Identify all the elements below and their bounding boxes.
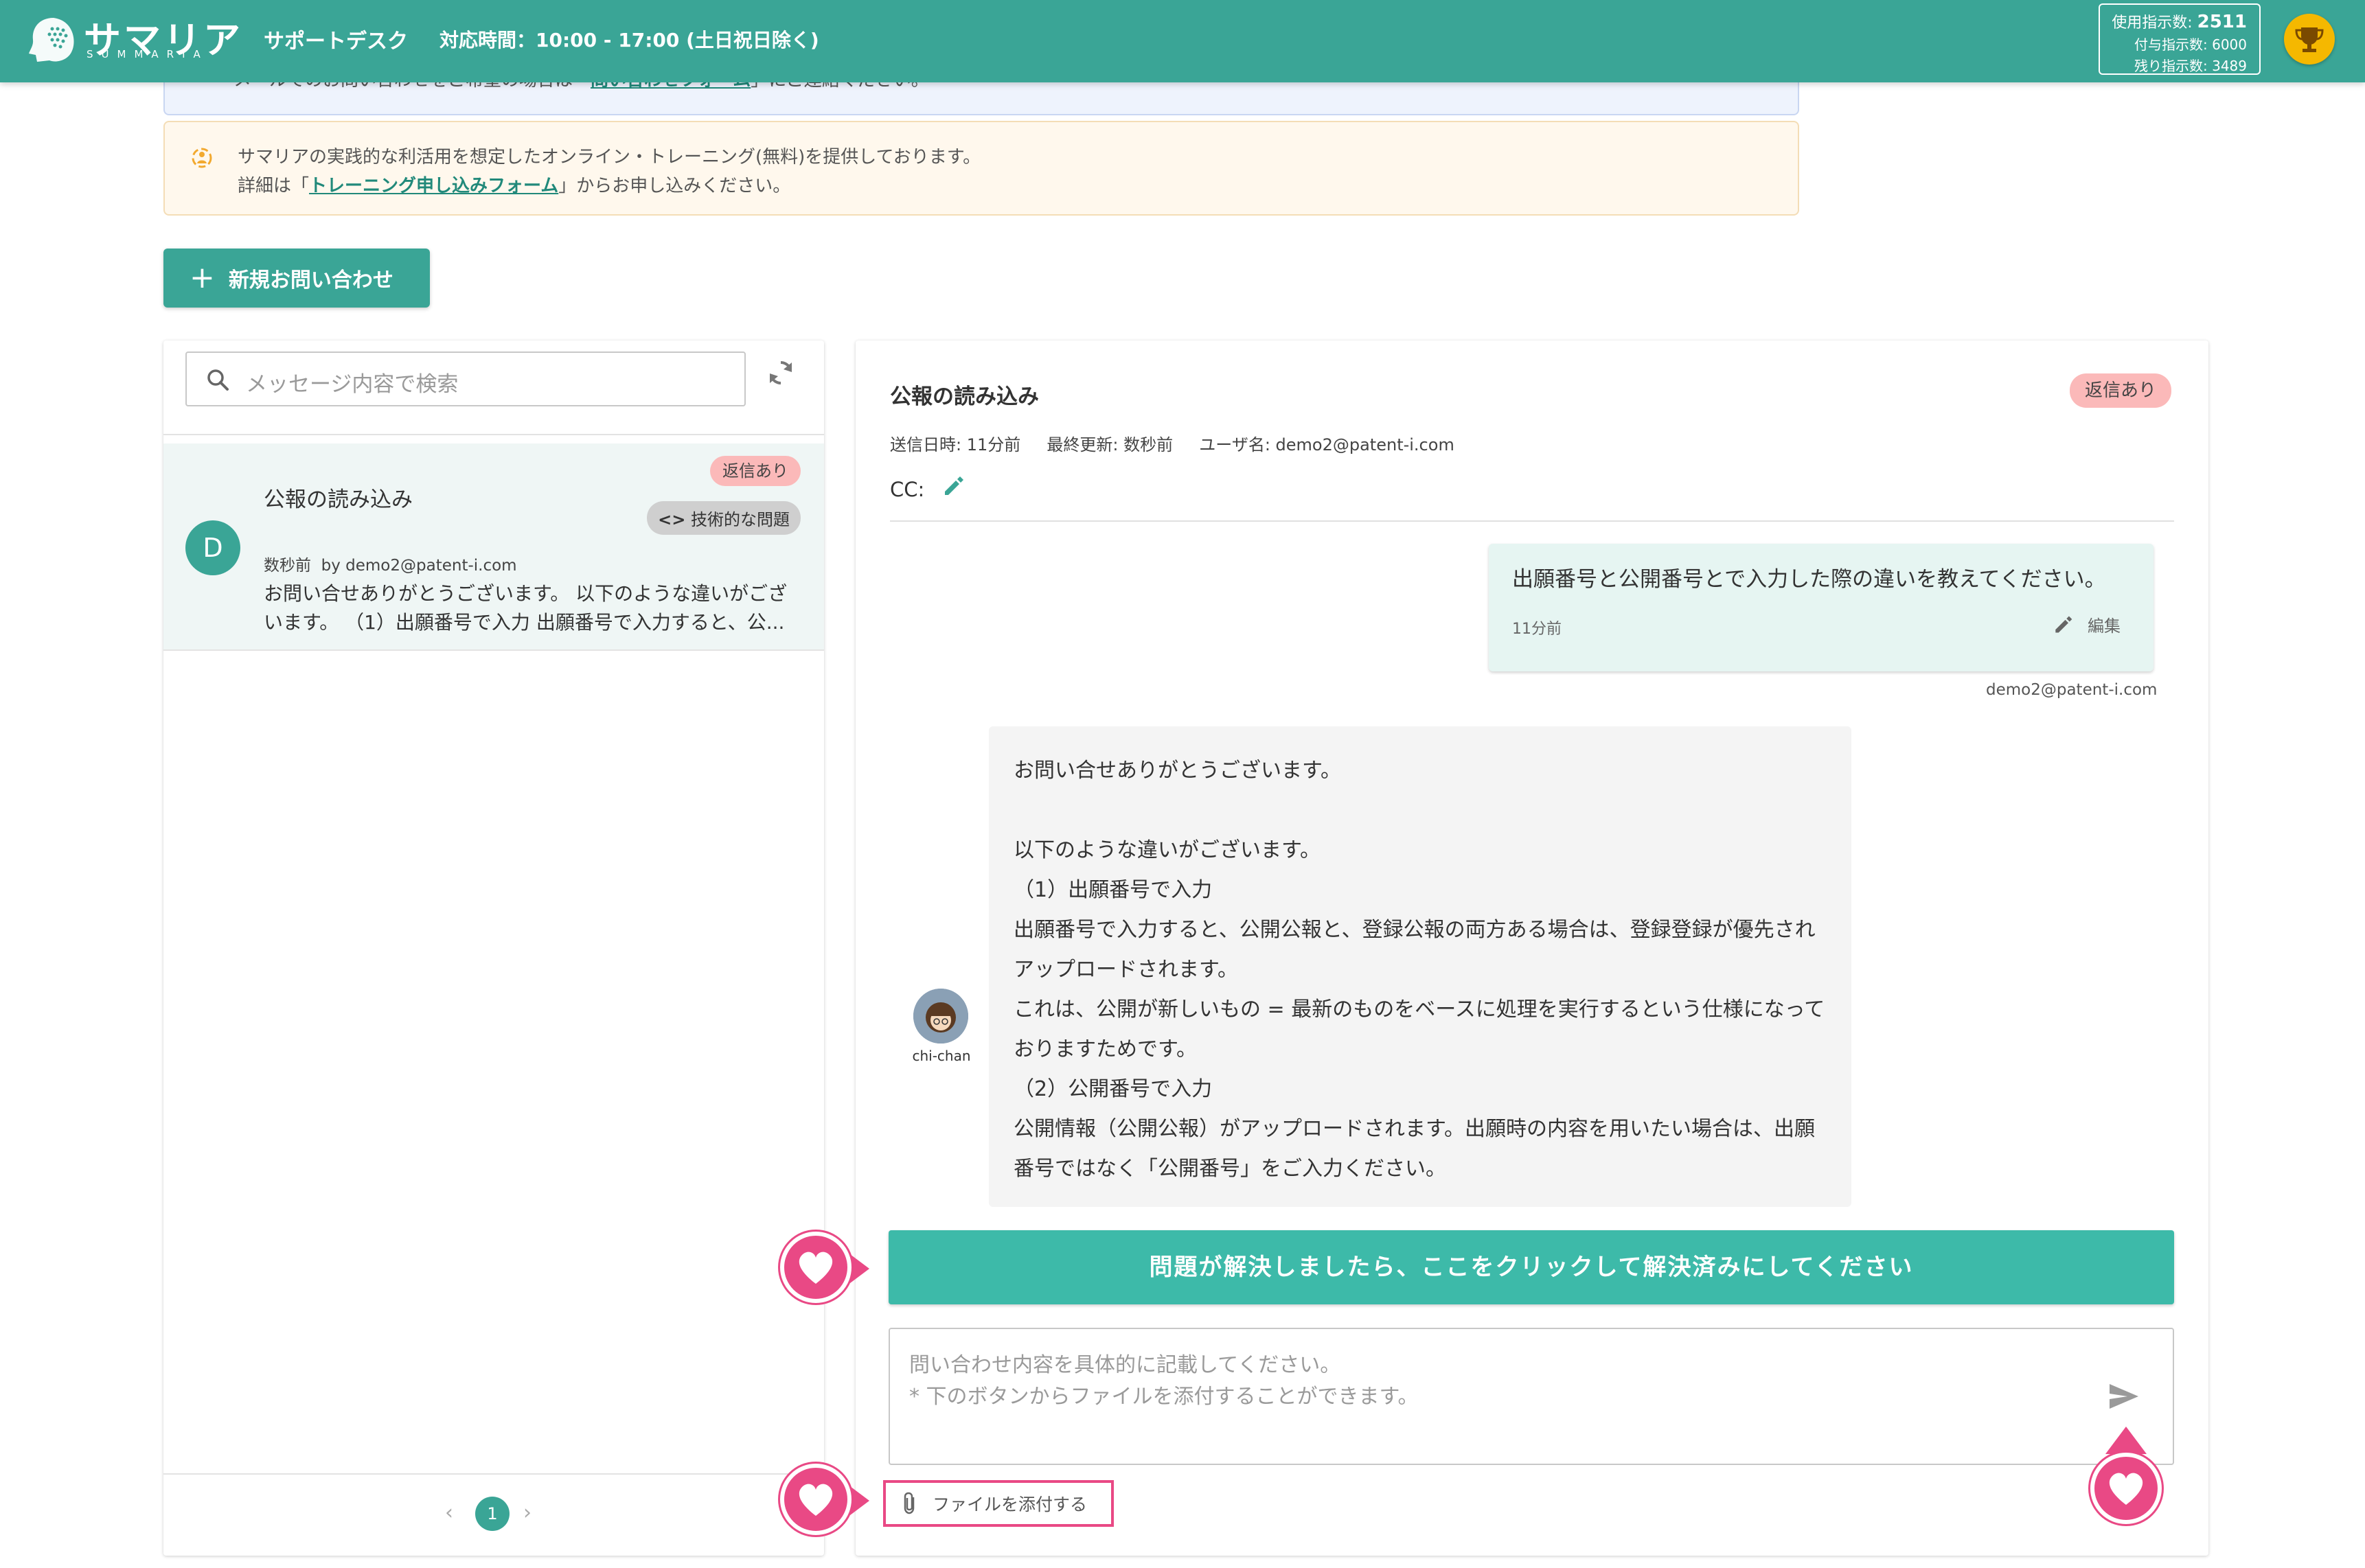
resolve-button[interactable]: 問題が解決しましたら、ここをクリックして解決済みにしてください [889, 1230, 2174, 1304]
inquiry-title: 公報の読み込み [264, 487, 413, 512]
trophy-button[interactable] [2284, 14, 2335, 65]
refresh-icon[interactable] [762, 354, 799, 391]
user-name: ユーザ名: demo2@patent-i.com [1199, 435, 1454, 454]
heart-icon [799, 1484, 833, 1516]
guide-heart-badge [780, 1464, 852, 1535]
inquiry-time: 数秒前 [264, 557, 311, 575]
inquiry-detail-panel: 公報の読み込み 返信あり 送信日時: 11分前 最終更新: 数秒前 ユーザ名: … [856, 341, 2208, 1556]
code-icon: <> [658, 510, 686, 529]
inquiry-author: by demo2@patent-i.com [321, 557, 517, 575]
training-notice-text: サマリアの実践的な利活用を想定したオンライン・トレーニング(無料)を提供しており… [238, 147, 981, 196]
search-input[interactable]: メッセージ内容で検索 [185, 351, 746, 406]
remaining-count: 残り指示数: 3489 [2134, 58, 2247, 74]
support-hours: 対応時間：10:00 - 17:00 (土日祝日除く) [439, 29, 819, 51]
inquiry-list-item[interactable]: D 公報の読み込み 返信あり <> 技術的な問題 数秒前 by demo2@pa… [163, 443, 824, 651]
granted-count: 付与指示数: 6000 [2134, 36, 2247, 53]
search-placeholder: メッセージ内容で検索 [246, 372, 459, 397]
inquiry-list-panel: メッセージ内容で検索 D 公報の読み込み 返信あり <> 技術的な問題 数秒前 … [163, 341, 824, 1556]
guide-pointer [2105, 1427, 2147, 1454]
logo-subtitle: SUMMARIA [87, 48, 209, 60]
staff-message-text: お問い合せありがとうございます。 以下のような違いがございます。 （1）出願番号… [1014, 759, 1825, 1181]
user-message: 出願番号と公開番号とで入力した際の違いを教えてください。 11分前 編集 [1489, 544, 2153, 671]
attach-file-label: ファイルを添付する [933, 1495, 1088, 1514]
edit-message-button[interactable]: 編集 [2052, 612, 2121, 636]
trophy-icon [2295, 27, 2324, 52]
training-icon [192, 148, 212, 168]
cc-edit-icon[interactable] [941, 474, 966, 498]
status-badge: 返信あり [2070, 373, 2172, 408]
inquiry-preview: お問い合せありがとうございます。 以下のような違いがございます。 （1）出願番号… [264, 582, 788, 634]
status-badge: 返信あり [710, 456, 801, 486]
staff-avatar [913, 989, 968, 1044]
reply-textarea[interactable]: 問い合わせ内容を具体的に記載してください。 * 下のボタンからファイルを添付する… [889, 1328, 2174, 1465]
new-inquiry-button[interactable]: + 新規お問い合わせ [163, 249, 430, 308]
divider [890, 520, 2174, 522]
guide-heart-badge [780, 1232, 852, 1303]
category-badge: <> 技術的な問題 [647, 501, 801, 535]
app-header: サマリア SUMMARIA サポートデスク 対応時間：10:00 - 17:00… [0, 0, 2365, 82]
edit-label: 編集 [2088, 616, 2121, 636]
attach-file-button[interactable]: ファイルを添付する [883, 1480, 1114, 1527]
user-message-email: demo2@patent-i.com [1986, 681, 2158, 699]
pagination-prev[interactable]: ‹ [445, 1501, 453, 1525]
usage-label: 使用指示数: [2112, 14, 2193, 32]
usage-counter: 使用指示数: 2511 付与指示数: 6000 残り指示数: 3489 [2099, 3, 2261, 75]
page-title: サポートデスク [264, 30, 408, 54]
updated-time: 最終更新: 数秒前 [1047, 435, 1174, 454]
user-message-time: 11分前 [1512, 621, 1562, 638]
pencil-icon [2055, 616, 2072, 633]
staff-name: chi-chan [912, 1048, 971, 1064]
divider [163, 1473, 824, 1475]
send-icon[interactable] [2107, 1381, 2141, 1411]
user-message-text: 出願番号と公開番号とで入力した際の違いを教えてください。 [1512, 567, 2106, 592]
plus-icon: + [190, 260, 215, 295]
inquiry-meta: 数秒前 by demo2@patent-i.com [264, 552, 517, 575]
pagination-page[interactable]: 1 [475, 1497, 510, 1531]
pagination-next[interactable]: › [523, 1501, 532, 1525]
training-notice: サマリアの実践的な利活用を想定したオンライン・トレーニング(無料)を提供しており… [163, 121, 1799, 216]
paperclip-icon [904, 1492, 915, 1514]
new-inquiry-label: 新規お問い合わせ [228, 268, 393, 292]
usage-value: 2511 [2197, 12, 2247, 32]
divider [163, 434, 824, 435]
search-icon [207, 369, 229, 391]
guide-heart-badge [2090, 1453, 2162, 1524]
avatar: D [185, 520, 240, 575]
detail-meta: 送信日時: 11分前 最終更新: 数秒前 ユーザ名: demo2@patent-… [890, 431, 1454, 455]
heart-icon [2109, 1473, 2143, 1505]
detail-title: 公報の読み込み [890, 384, 1039, 409]
heart-icon [799, 1252, 833, 1284]
sent-time: 送信日時: 11分前 [890, 435, 1021, 454]
staff-message: お問い合せありがとうございます。 以下のような違いがございます。 （1）出願番号… [989, 726, 1851, 1207]
reply-placeholder: 問い合わせ内容を具体的に記載してください。 * 下のボタンからファイルを添付する… [909, 1353, 1419, 1409]
training-form-link[interactable]: トレーニング申し込みフォーム [309, 176, 558, 196]
logo-icon [29, 18, 74, 62]
cc-label: CC: [890, 478, 925, 501]
staff-avatar-icon [913, 989, 968, 1044]
